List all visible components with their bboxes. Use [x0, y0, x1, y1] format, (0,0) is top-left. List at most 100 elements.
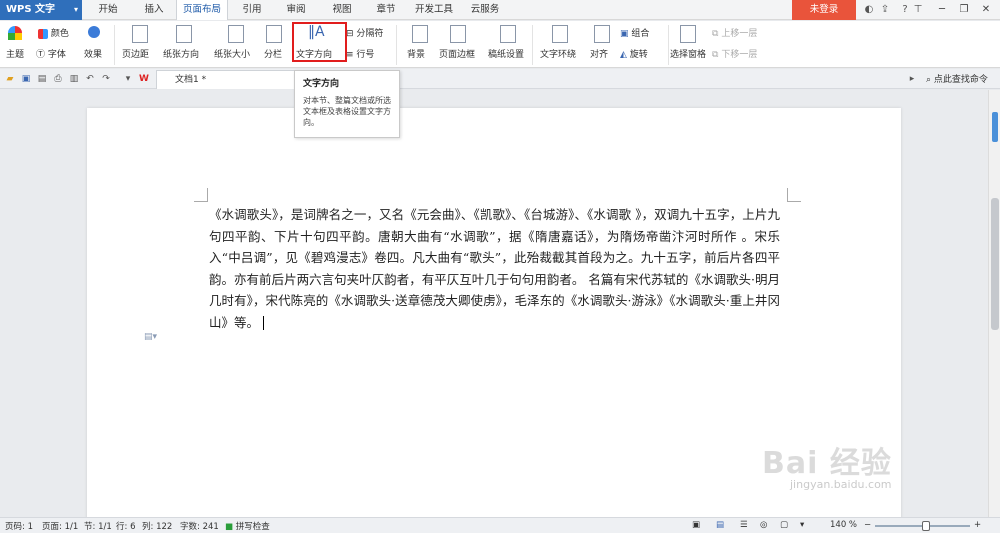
protect-icon[interactable]: ▾ — [800, 520, 804, 530]
effect-icon[interactable] — [88, 26, 100, 38]
view-web-icon[interactable]: ◎ — [760, 520, 767, 530]
font-button[interactable]: Ⓣ 字体 — [36, 47, 66, 60]
tab-view[interactable]: 视图 — [322, 0, 362, 20]
bring-forward-button[interactable]: ⧉ 上移一层 — [712, 26, 757, 39]
view-outline-icon[interactable]: ☰ — [740, 520, 748, 530]
minimize-button[interactable]: ─ — [932, 2, 952, 18]
bring-forward-icon: ⧉ — [712, 29, 719, 39]
page-border-icon[interactable] — [450, 25, 466, 43]
scrollbar-thumb[interactable] — [991, 198, 999, 330]
document-tab-title: 文档1 * — [175, 75, 207, 85]
maximize-button[interactable]: ❐ — [954, 2, 974, 18]
tab-chapter[interactable]: 章节 — [366, 0, 406, 20]
wps-app-menu[interactable]: WPS 文字 ▾ — [0, 0, 82, 20]
orientation-icon[interactable] — [176, 25, 192, 43]
paper-size-button[interactable]: 纸张大小 — [214, 47, 250, 60]
login-button[interactable]: 未登录 — [792, 0, 856, 20]
zoom-knob[interactable] — [992, 112, 998, 142]
tab-references[interactable]: 引用 — [232, 0, 272, 20]
spellcheck-toggle[interactable]: ■ 拼写检查 — [225, 520, 270, 532]
preview-icon[interactable]: ▥ — [68, 73, 80, 85]
group-icon: ▣ — [620, 29, 629, 39]
page-border-button[interactable]: 页面边框 — [439, 47, 475, 60]
spellcheck-icon: ■ — [225, 522, 234, 532]
theme-label[interactable]: 主题 — [6, 47, 24, 60]
orientation-button[interactable]: 纸张方向 — [163, 47, 199, 60]
send-backward-label: 下移一层 — [721, 50, 758, 60]
selection-pane-button[interactable]: 选择窗格 — [670, 47, 706, 60]
app-name: WPS 文字 — [6, 4, 56, 15]
align-button[interactable]: 对齐 — [590, 47, 608, 60]
theme-icon — [8, 26, 22, 40]
status-page-code: 页码: 1 — [5, 522, 33, 532]
ribbon-page-layout: 主题 颜色 Ⓣ 字体 效果 页边距 纸张方向 纸张大小 分栏 ‖A 文字方向 ⊟… — [0, 21, 1000, 68]
color-label: 颜色 — [50, 29, 69, 39]
redo-icon[interactable]: ↷ — [100, 73, 112, 85]
print-icon[interactable]: ⎙ — [52, 73, 64, 85]
text-wrap-icon[interactable] — [552, 25, 568, 43]
tab-developer[interactable]: 开发工具 — [410, 0, 458, 20]
tab-cloud[interactable]: 云服务 — [464, 0, 506, 20]
selection-pane-icon[interactable] — [680, 25, 696, 43]
send-backward-button[interactable]: ⧉ 下移一层 — [712, 47, 757, 60]
group-button[interactable]: ▣ 组合 — [620, 26, 649, 39]
separator-label: 分隔符 — [356, 29, 384, 39]
zoom-in-icon[interactable]: + — [974, 520, 981, 530]
chevron-down-icon[interactable]: ▾ — [122, 73, 134, 85]
document-tab[interactable]: 文档1 * — [156, 70, 301, 89]
zoom-value[interactable]: 140 % — [830, 520, 857, 530]
columns-icon[interactable] — [266, 25, 282, 43]
view-reading-icon[interactable]: ▢ — [780, 520, 788, 530]
send-backward-icon: ⧉ — [712, 50, 719, 60]
background-icon[interactable] — [412, 25, 428, 43]
status-words: 字数: 241 — [180, 522, 219, 532]
rotate-label: 旋转 — [629, 50, 648, 60]
status-bar: 页码: 1 页面: 1/1 节: 1/1 行: 6 列: 122 字数: 241… — [0, 517, 1000, 533]
tab-page-layout[interactable]: 页面布局 — [176, 0, 228, 20]
columns-button[interactable]: 分栏 — [264, 47, 282, 60]
line-number-button[interactable]: ≡ 行号 — [346, 47, 374, 60]
open-icon[interactable]: ▰ — [4, 73, 16, 85]
bring-forward-label: 上移一层 — [721, 29, 758, 39]
skin-icon[interactable]: ◐ — [862, 3, 876, 17]
new-icon[interactable]: ▤ — [36, 73, 48, 85]
margin-corner — [194, 188, 208, 202]
font-icon: Ⓣ — [36, 50, 46, 60]
tab-start[interactable]: 开始 — [88, 0, 128, 20]
highlight-box — [292, 22, 347, 62]
separator-button[interactable]: ⊟ 分隔符 — [346, 26, 383, 39]
tab-insert[interactable]: 插入 — [134, 0, 174, 20]
save-icon[interactable]: ▣ — [20, 73, 32, 85]
share-icon[interactable]: ⇪ — [878, 3, 892, 17]
rotate-button[interactable]: ◭ 旋转 — [620, 47, 648, 60]
status-col: 列: 122 — [142, 522, 173, 532]
color-icon — [38, 28, 48, 39]
manuscript-button[interactable]: 稿纸设置 — [488, 47, 524, 60]
close-button[interactable]: ✕ — [976, 2, 996, 18]
zoom-slider-thumb[interactable] — [922, 521, 930, 531]
text-wrap-button[interactable]: 文字环绕 — [540, 47, 576, 60]
color-button[interactable]: 颜色 — [38, 26, 69, 39]
paragraph-icon[interactable]: ▤▾ — [144, 332, 157, 342]
restore-ribbon-icon[interactable]: ⊤ — [908, 2, 928, 18]
rotate-icon: ◭ — [620, 50, 627, 60]
manuscript-icon[interactable] — [500, 25, 516, 43]
theme-button[interactable] — [8, 26, 22, 40]
command-search[interactable]: ⌕ 点此查找命令 — [926, 72, 988, 85]
command-search-label: 点此查找命令 — [933, 75, 988, 85]
undo-icon[interactable]: ↶ — [84, 73, 96, 85]
align-icon[interactable] — [594, 25, 610, 43]
margin-button[interactable]: 页边距 — [122, 47, 149, 60]
text-cursor — [263, 316, 265, 330]
paper-size-icon[interactable] — [228, 25, 244, 43]
margin-icon[interactable] — [132, 25, 148, 43]
pin-icon[interactable]: ▸ — [906, 73, 918, 85]
view-page-icon[interactable]: ▤ — [716, 520, 724, 530]
zoom-out-icon[interactable]: − — [864, 520, 871, 530]
vertical-scrollbar[interactable] — [988, 90, 1000, 517]
tab-review[interactable]: 审阅 — [276, 0, 316, 20]
effect-label[interactable]: 效果 — [84, 47, 102, 60]
document-body[interactable]: 《水调歌头》，是词牌名之一，又名《元会曲》、《凯歌》、《台城游》、《水调歌 》，… — [209, 204, 780, 333]
background-button[interactable]: 背景 — [407, 47, 425, 60]
view-focus-icon[interactable]: ▣ — [692, 520, 700, 530]
